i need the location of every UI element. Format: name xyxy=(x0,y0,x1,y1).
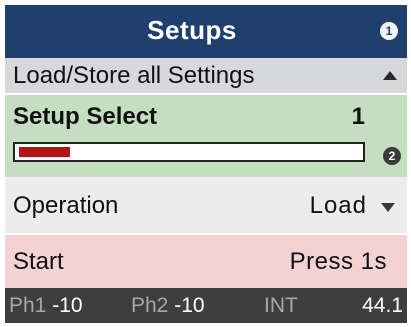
page-title: Setups xyxy=(147,15,237,45)
ph1-label: Ph1 xyxy=(9,294,47,317)
ph2-label: Ph2 xyxy=(131,294,169,317)
status-ph1: Ph1 -10 xyxy=(9,294,83,318)
operation-label: Operation xyxy=(13,192,119,219)
number-2-badge-icon: 2 xyxy=(383,147,401,165)
setup-select-value[interactable]: 1 xyxy=(352,103,365,131)
ph1-value: -10 xyxy=(52,294,83,317)
collapse-up-icon[interactable] xyxy=(383,71,397,80)
section-label: Load/Store all Settings xyxy=(13,62,255,89)
start-label: Start xyxy=(13,248,64,275)
start-button[interactable]: Press 1s xyxy=(290,248,387,276)
section-header[interactable]: Load/Store all Settings xyxy=(5,58,407,93)
status-ph2: Ph2 -10 xyxy=(131,294,205,318)
status-bar: Ph1 -10 Ph2 -10 INT 44.1 xyxy=(5,288,407,323)
slider-fill xyxy=(19,147,70,157)
start-row[interactable]: Start Press 1s xyxy=(5,235,407,288)
operation-row[interactable]: Operation Load xyxy=(5,177,407,233)
operation-value[interactable]: Load xyxy=(310,192,367,220)
setup-select-row[interactable]: Setup Select 1 2 xyxy=(5,95,407,177)
status-int-value: 44.1 xyxy=(362,294,403,317)
setups-screen: Setups 1 Load/Store all Settings Setup S… xyxy=(5,5,407,323)
title-bar: Setups 1 xyxy=(5,5,407,58)
status-int-label: INT xyxy=(264,294,298,317)
setup-select-slider[interactable] xyxy=(13,142,365,162)
ph2-value: -10 xyxy=(174,294,205,317)
setup-select-label: Setup Select xyxy=(13,103,158,130)
dropdown-arrow-icon[interactable] xyxy=(381,203,395,212)
number-1-badge-icon: 1 xyxy=(380,22,398,40)
